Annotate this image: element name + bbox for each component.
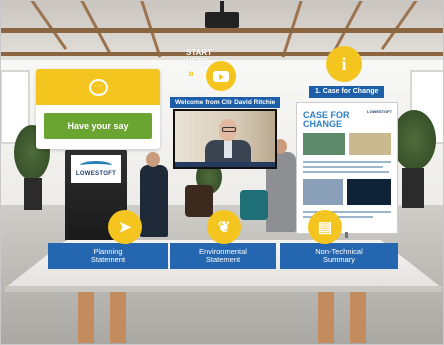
plant xyxy=(392,110,436,170)
chat-bubble-icon: ··· xyxy=(88,78,108,96)
card-title-line2: Statement xyxy=(205,255,241,264)
armchair xyxy=(185,185,213,217)
have-your-say-button[interactable]: Have your say xyxy=(44,113,152,139)
leaf-icon: ❦ xyxy=(217,219,231,236)
kiosk-logo: LOWESTOFT xyxy=(71,155,121,183)
speaker-shirt xyxy=(224,140,232,158)
ceiling-beam xyxy=(0,28,444,33)
visitor-figure xyxy=(140,165,168,237)
kiosk-logo-text: LOWESTOFT xyxy=(75,171,117,177)
chat-panel-header: ··· xyxy=(36,69,160,105)
start-here-line1: START xyxy=(186,48,213,57)
non-technical-summary-button[interactable]: ▤ xyxy=(308,210,342,244)
have-your-say-panel: ··· Have your say xyxy=(36,69,160,149)
environmental-statement-button[interactable]: ❦ xyxy=(207,210,241,244)
banner-text-line xyxy=(303,166,383,168)
document-icon: ▤ xyxy=(317,219,333,236)
planning-statement-card[interactable]: Planning Statement xyxy=(48,243,168,269)
projector xyxy=(205,12,239,28)
planning-statement-button[interactable]: ➤ xyxy=(108,210,142,244)
play-video-icon xyxy=(213,70,229,82)
banner-photo xyxy=(349,133,391,155)
video-control-bar[interactable] xyxy=(175,162,275,167)
start-here-line2: HERE xyxy=(186,57,209,66)
banner-photo xyxy=(347,179,391,205)
banner-text-line xyxy=(303,161,391,163)
banner-photo xyxy=(303,133,345,155)
table-leg xyxy=(350,292,366,343)
start-here-label: START HERE xyxy=(186,48,212,66)
case-for-change-banner[interactable]: CASE FOR CHANGE LOWESTOFT xyxy=(296,102,398,234)
virtual-exhibition-room: LOWESTOFT ··· Have your say START HERE »… xyxy=(0,0,444,345)
case-for-change-label: 1. Case for Change xyxy=(309,86,385,98)
chevron-right-icon: » xyxy=(188,68,195,80)
armchair xyxy=(240,190,268,220)
banner-title-line2: CHANGE xyxy=(303,119,343,129)
banner-stand xyxy=(345,232,348,238)
video-screen[interactable] xyxy=(173,109,277,169)
banner-photo xyxy=(303,179,343,205)
environmental-statement-card[interactable]: Environmental Statement xyxy=(170,243,276,269)
table-leg xyxy=(78,292,94,343)
plant-pot xyxy=(24,178,42,210)
speaker-glasses xyxy=(222,127,236,132)
banner-logo: LOWESTOFT xyxy=(367,109,393,114)
plant-pot xyxy=(402,168,424,208)
wave-logo-icon xyxy=(80,161,112,170)
card-title-line2: Summary xyxy=(322,255,356,264)
banner-text-line xyxy=(303,171,389,173)
visitor-head xyxy=(146,152,160,167)
video-title: Welcome from Cllr David Ritchie xyxy=(170,97,281,108)
table-leg xyxy=(318,292,334,343)
non-technical-summary-card[interactable]: Non-Technical Summary xyxy=(280,243,398,269)
play-video-button[interactable] xyxy=(206,61,236,91)
ceiling-beam xyxy=(0,52,444,56)
table-edge xyxy=(5,286,442,292)
card-title-line2: Statement xyxy=(90,255,126,264)
paper-plane-icon: ➤ xyxy=(118,219,132,236)
banner-title: CASE FOR CHANGE xyxy=(303,111,350,129)
table-leg xyxy=(110,292,126,343)
info-icon: i xyxy=(341,53,347,74)
info-button[interactable]: i xyxy=(326,46,362,82)
